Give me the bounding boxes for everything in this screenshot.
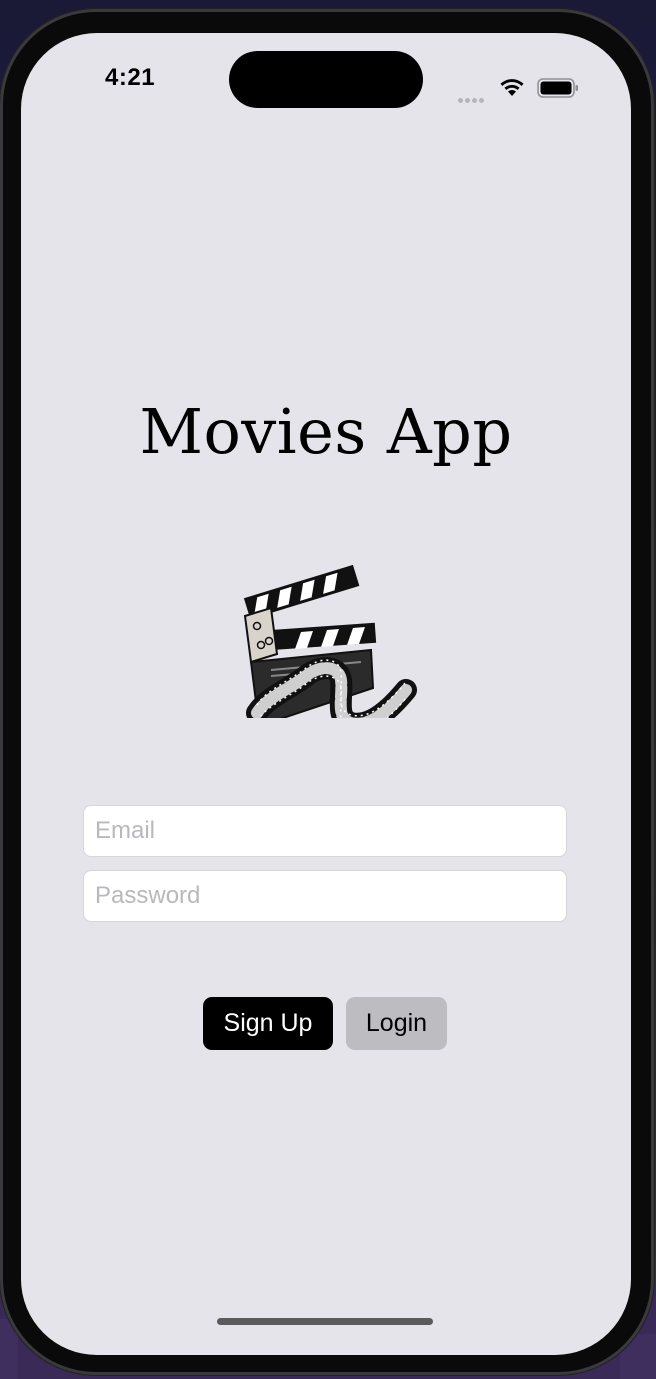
status-time: 4:21	[105, 64, 156, 91]
dynamic-island	[229, 51, 423, 108]
battery-icon	[537, 78, 578, 98]
clapperboard-film-reel-icon	[243, 564, 417, 718]
wifi-icon	[500, 79, 524, 96]
phone-frame: 4:21 Movies App Email Sign Up Login	[0, 9, 654, 1375]
email-input[interactable]	[83, 805, 567, 857]
app-title: Movies App	[139, 395, 513, 468]
app-screen: 4:21 Movies App Email Sign Up Login	[21, 33, 631, 1355]
cellular-signal-icon	[458, 90, 490, 103]
login-button[interactable]: Login	[346, 997, 447, 1050]
home-indicator[interactable]	[217, 1318, 433, 1325]
sign-up-button[interactable]: Sign Up	[203, 997, 333, 1050]
password-input[interactable]	[83, 870, 567, 922]
